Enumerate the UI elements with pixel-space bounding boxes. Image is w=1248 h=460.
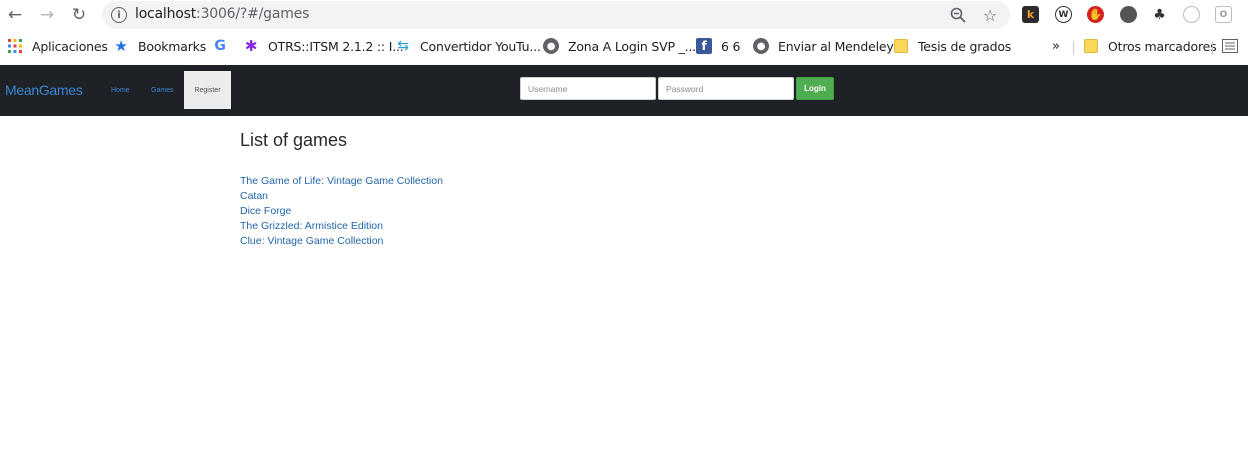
bookmark-tesis[interactable]: Tesis de grados [893,37,1011,55]
bookmarks-divider [1073,41,1074,55]
office-extension-icon[interactable]: O [1215,6,1232,23]
folder-icon [893,38,909,54]
facebook-icon: f [696,38,712,54]
zoom-icon[interactable] [948,5,968,25]
otrs-icon: ✱ [244,37,258,55]
bookmark-zona-a[interactable]: ● Zona A Login SVP _... [543,37,696,55]
app-navbar: MeanGames Home Games Register Login [0,65,1248,116]
bookmark-label: Bookmarks [138,38,207,54]
nav-games[interactable]: Games [151,87,174,94]
bookmark-label: OTRS::ITSM 2.1.2 :: I... [268,38,404,54]
bookmarks-bar: Aplicaciones ★ Bookmarks G ✱ OTRS::ITSM … [0,33,1248,59]
timer-extension-icon[interactable] [1183,6,1200,23]
site-info-icon[interactable]: i [111,7,127,23]
brand-link[interactable]: MeanGames [5,82,83,98]
bookmark-facebook[interactable]: f 6 6 [696,37,740,55]
username-input[interactable] [520,77,656,100]
reading-list-icon[interactable] [1222,37,1238,55]
browser-toolbar: ← → ↻ i localhost:3006/?#/games ☆ k W ✋ … [0,0,1248,30]
bookmark-star-icon[interactable]: ☆ [980,5,1000,25]
forward-arrow-icon[interactable]: → [35,3,59,27]
game-link[interactable]: The Game of Life: Vintage Game Collectio… [240,174,443,189]
globe-icon: ● [543,38,559,54]
more-bookmarks-button[interactable]: » [1052,37,1060,55]
reload-icon[interactable]: ↻ [67,3,91,27]
bookmarks-divider [1212,41,1213,55]
adblock-extension-icon[interactable]: ✋ [1087,6,1104,23]
bookmark-label: Aplicaciones [32,38,108,54]
bookmark-mendeley[interactable]: ● Enviar al Mendeley [753,37,894,55]
circle-extension-icon[interactable] [1120,6,1137,23]
bookmark-label: Enviar al Mendeley [778,38,894,54]
turtle-extension-icon[interactable]: ♣ [1151,6,1168,23]
google-icon: G [214,38,226,54]
converter-icon: ⇆ [397,38,409,54]
address-bar[interactable]: i localhost:3006/?#/games ☆ [102,1,1010,29]
page-title: List of games [240,130,348,150]
games-list: The Game of Life: Vintage Game Collectio… [240,174,443,249]
bookmark-bookmarks[interactable]: ★ Bookmarks [113,37,206,55]
k-extension-icon[interactable]: k [1022,6,1039,23]
nav-home[interactable]: Home [111,87,130,94]
back-arrow-icon[interactable]: ← [3,3,27,27]
star-icon: ★ [114,37,128,55]
bookmark-label: Otros marcadores [1108,38,1217,54]
wordpress-extension-icon[interactable]: W [1055,6,1072,23]
bookmark-label: Tesis de grados [918,38,1012,54]
bookmark-google[interactable]: G [212,37,237,55]
apps-grid-icon [7,38,23,54]
game-link[interactable]: Clue: Vintage Game Collection [240,234,443,249]
bookmark-aplicaciones[interactable]: Aplicaciones [7,37,108,55]
game-link[interactable]: The Grizzled: Armistice Edition [240,219,443,234]
bookmark-label: Zona A Login SVP _... [568,38,696,54]
login-button[interactable]: Login [796,77,834,100]
game-link[interactable]: Dice Forge [240,204,443,219]
globe-icon: ● [753,38,769,54]
password-input[interactable] [658,77,794,100]
url-text[interactable]: localhost:3006/?#/games [135,6,309,22]
nav-register[interactable]: Register [184,71,231,109]
game-link[interactable]: Catan [240,189,443,204]
folder-icon [1083,38,1099,54]
bookmark-label: 6 6 [721,38,741,54]
bookmark-otros-marcadores[interactable]: Otros marcadores [1083,37,1217,55]
bookmark-otrs[interactable]: ✱ OTRS::ITSM 2.1.2 :: I... [243,37,404,55]
bookmark-convertidor[interactable]: ⇆ Convertidor YouTu... [395,37,541,55]
bookmark-label: Convertidor YouTu... [420,38,541,54]
